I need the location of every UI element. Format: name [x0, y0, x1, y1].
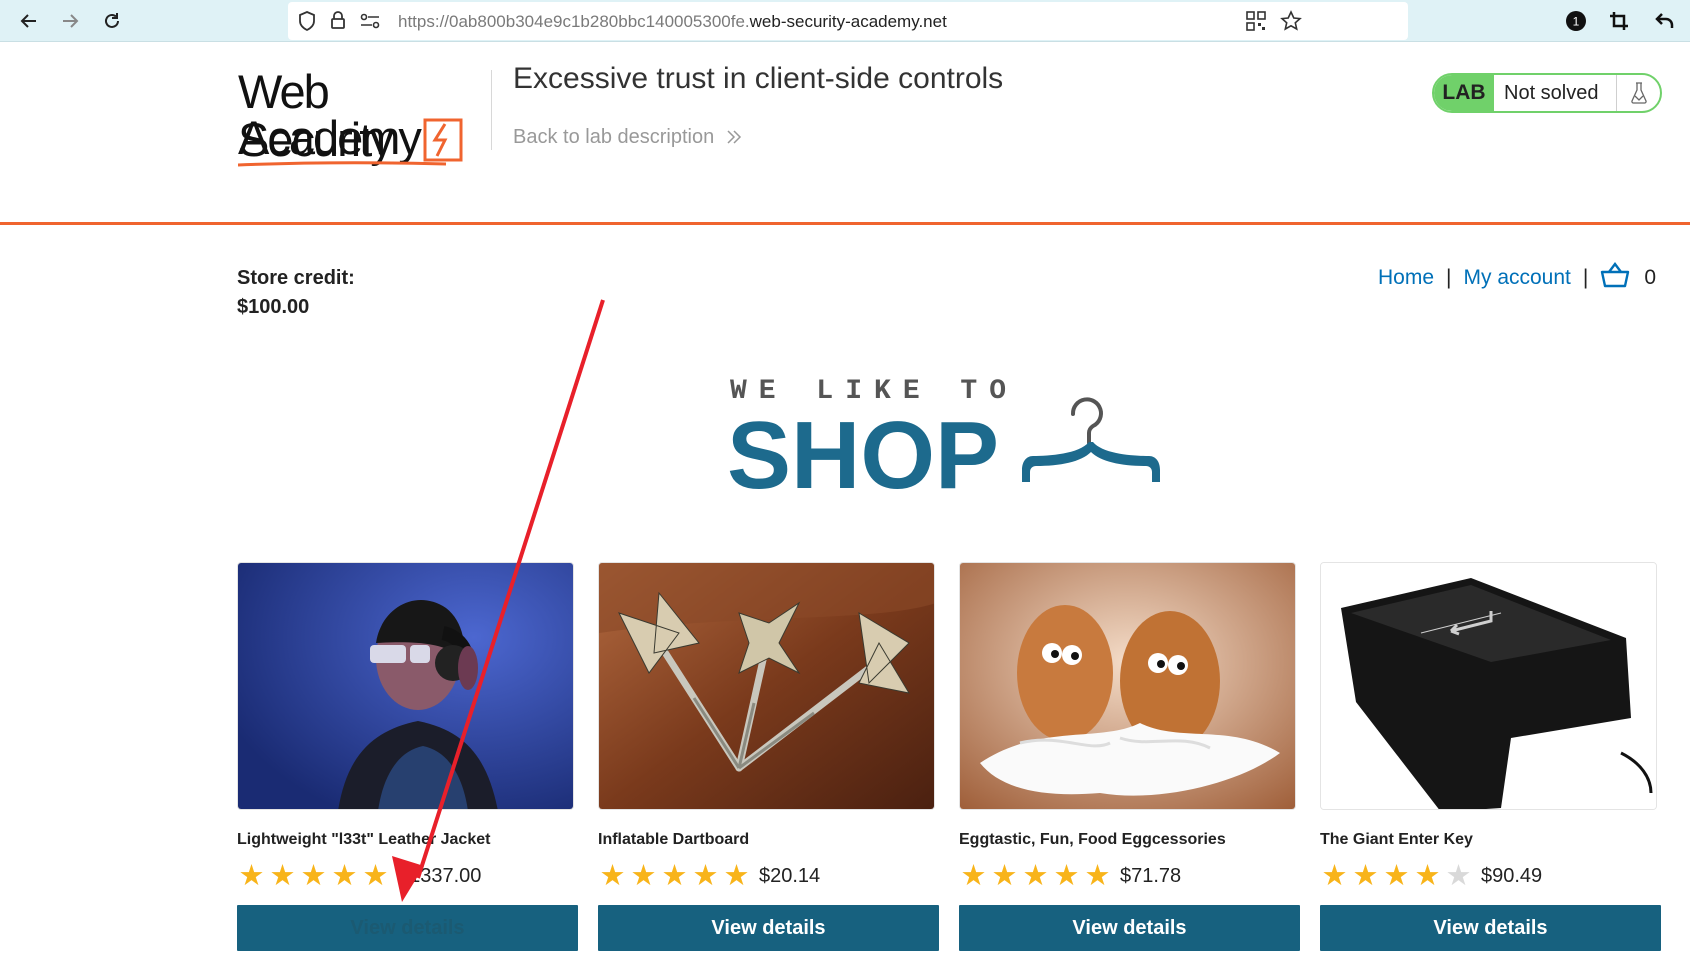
- product-price: $90.49: [1481, 864, 1543, 887]
- enter-key-photo: [1321, 563, 1656, 809]
- web-security-academy-logo[interactable]: Web Security Academy: [238, 68, 488, 168]
- address-bar[interactable]: https://0ab800b304e9c1b280bbc140005300fe…: [288, 2, 1408, 40]
- product-image[interactable]: [598, 562, 935, 810]
- product-image[interactable]: [959, 562, 1296, 810]
- url-text[interactable]: https://0ab800b304e9c1b280bbc140005300fe…: [398, 12, 947, 32]
- qr-code-icon[interactable]: [1246, 11, 1266, 36]
- cart-basket-icon[interactable]: [1600, 262, 1630, 294]
- nav-separator: |: [1446, 266, 1452, 289]
- star-icon: ★: [1414, 860, 1441, 892]
- store-credit: Store credit: $100.00: [237, 264, 355, 322]
- logo-bolt-icon: [423, 118, 463, 162]
- star-icon: ★: [991, 860, 1018, 892]
- product-name: Lightweight "l33t" Leather Jacket: [237, 831, 491, 848]
- star-icon: ★: [362, 860, 389, 892]
- star-icon: ★: [630, 860, 657, 892]
- view-details-button[interactable]: View details: [598, 905, 939, 951]
- undo-arrow-icon[interactable]: [1650, 6, 1680, 36]
- browser-toolbar: https://0ab800b304e9c1b280bbc140005300fe…: [0, 0, 1690, 42]
- nav-my-account-link[interactable]: My account: [1464, 266, 1571, 290]
- star-icon: ★: [1084, 860, 1111, 892]
- double-chevron-right-icon: [726, 128, 742, 151]
- banner-shop-title: SHOP: [727, 402, 1000, 509]
- lab-status-badge: LAB Not solved: [1432, 73, 1662, 113]
- star-icon: ★: [238, 860, 265, 892]
- star-icon: ★: [331, 860, 358, 892]
- back-link-label: Back to lab description: [513, 126, 715, 148]
- forward-arrow-icon[interactable]: [55, 6, 85, 36]
- shop-banner: WE LIKE TO SHOP: [727, 376, 1170, 509]
- back-to-lab-description-link[interactable]: Back to lab description: [513, 126, 742, 151]
- reload-icon[interactable]: [97, 6, 127, 36]
- star-icon: ★: [599, 860, 626, 892]
- darts-photo: [599, 563, 934, 809]
- logo-underline: [238, 161, 447, 167]
- lab-status-text: Not solved: [1504, 81, 1599, 104]
- star-icon: ★: [1352, 860, 1379, 892]
- crop-icon[interactable]: [1604, 6, 1634, 36]
- product-rating-row: ★ ★ ★ ★ ★ $20.14: [598, 861, 935, 891]
- star-icon: ★: [692, 860, 719, 892]
- lab-label: LAB: [1434, 75, 1494, 111]
- star-rating: ★ ★ ★ ★ ★: [598, 861, 753, 891]
- shield-icon[interactable]: [298, 11, 316, 36]
- product-name: Eggtastic, Fun, Food Eggcessories: [959, 831, 1226, 848]
- person-headphones-photo: [238, 563, 573, 809]
- product-rating-row: ★ ★ ★ ★ ★ $1337.00: [237, 861, 574, 891]
- nav-home-link[interactable]: Home: [1378, 266, 1434, 290]
- svg-text:1: 1: [1573, 15, 1580, 29]
- star-rating: ★ ★ ★ ★ ★: [959, 861, 1114, 891]
- star-rating: ★ ★ ★ ★ ★: [237, 861, 392, 891]
- nav-separator: |: [1582, 266, 1589, 289]
- product-rating-row: ★ ★ ★ ★ ★ $90.49: [1320, 861, 1657, 891]
- star-icon: ★: [269, 860, 296, 892]
- star-icon: ★: [723, 860, 750, 892]
- product-name: Inflatable Dartboard: [598, 831, 750, 848]
- header-accent-rule: [0, 222, 1690, 225]
- bookmark-star-icon[interactable]: [1280, 10, 1302, 37]
- extension-badge-icon[interactable]: 1: [1561, 6, 1591, 36]
- header-divider: [491, 70, 492, 150]
- view-details-button[interactable]: View details: [237, 905, 578, 951]
- star-icon: ★: [300, 860, 327, 892]
- empty-star-icon: ★: [1445, 860, 1472, 892]
- product-image[interactable]: [237, 562, 574, 810]
- product-image[interactable]: [1320, 562, 1657, 810]
- store-credit-value: $100.00: [237, 296, 310, 318]
- top-navigation: Home | My account | 0: [1378, 262, 1656, 294]
- product-card: Inflatable Dartboard ★ ★ ★ ★ ★ $20.14 View d…: [598, 562, 939, 951]
- cart-count[interactable]: 0: [1644, 266, 1656, 290]
- star-icon: ★: [1383, 860, 1410, 892]
- view-details-button[interactable]: View details: [959, 905, 1300, 951]
- star-icon: ★: [1053, 860, 1080, 892]
- back-arrow-icon[interactable]: [14, 6, 44, 36]
- star-rating: ★ ★ ★ ★ ★: [1320, 861, 1475, 891]
- product-price: $20.14: [759, 864, 821, 887]
- logo-text-line2: Academy: [238, 111, 422, 164]
- star-icon: ★: [1321, 860, 1348, 892]
- clothes-hanger-icon: [1022, 397, 1160, 482]
- eggs-photo: [960, 563, 1295, 809]
- site-permissions-icon[interactable]: [360, 13, 380, 34]
- product-rating-row: ★ ★ ★ ★ ★ $71.78: [959, 861, 1296, 891]
- product-card: Eggtastic, Fun, Food Eggcessories ★ ★ ★ ★ ★ …: [959, 562, 1300, 951]
- star-icon: ★: [1022, 860, 1049, 892]
- product-price: $71.78: [1120, 864, 1182, 887]
- lab-title: Excessive trust in client-side controls: [513, 62, 1004, 95]
- view-details-button[interactable]: View details: [1320, 905, 1661, 951]
- product-name: The Giant Enter Key: [1320, 831, 1473, 848]
- lock-icon[interactable]: [330, 10, 346, 35]
- product-card: Lightweight "l33t" Leather Jacket ★ ★ ★ ★ ★ …: [237, 562, 578, 951]
- store-credit-label: Store credit:: [237, 267, 355, 289]
- product-price: $1337.00: [398, 864, 482, 887]
- flask-icon: [1616, 75, 1660, 111]
- star-icon: ★: [661, 860, 688, 892]
- star-icon: ★: [960, 860, 987, 892]
- product-card: The Giant Enter Key ★ ★ ★ ★ ★ $90.49 View de…: [1320, 562, 1661, 951]
